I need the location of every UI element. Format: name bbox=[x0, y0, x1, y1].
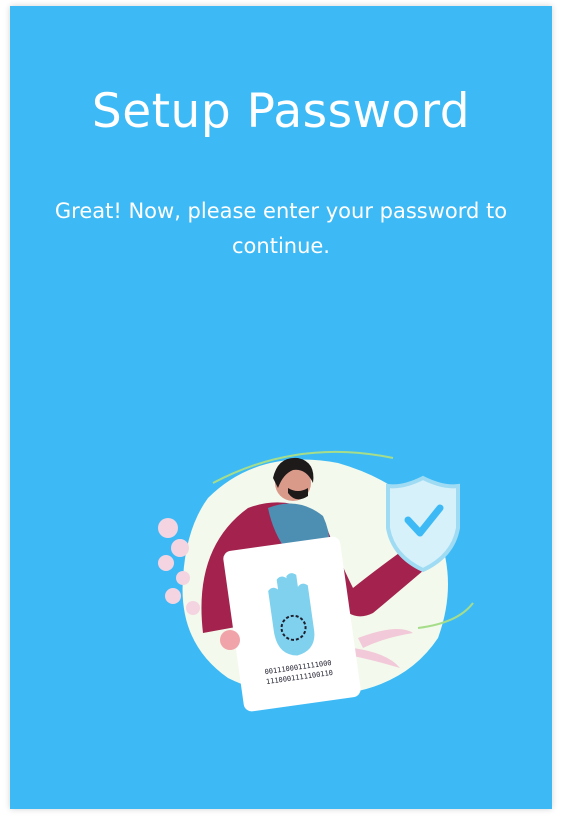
page-title: Setup Password bbox=[91, 84, 471, 139]
page-subtitle: Great! Now, please enter your password t… bbox=[54, 199, 508, 258]
person-hand bbox=[220, 630, 240, 650]
setup-password-panel: Setup Password Great! Now, please enter … bbox=[10, 6, 552, 809]
biometric-security-illustration-icon: 0011100011111000 1110001111100110 bbox=[158, 450, 474, 712]
